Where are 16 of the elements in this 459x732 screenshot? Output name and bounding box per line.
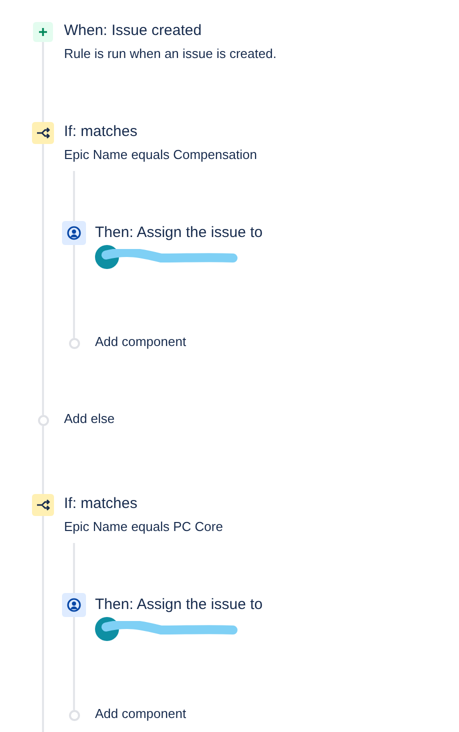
step-description: Epic Name equals PC Core — [64, 518, 224, 536]
branch-icon — [32, 122, 54, 144]
step-description: Rule is run when an issue is created. — [64, 45, 276, 63]
add-link[interactable]: Add component — [95, 332, 186, 352]
branch-icon — [32, 494, 54, 516]
step-title: Then: Assign the issue to — [95, 223, 263, 243]
step-description: Epic Name equals Compensation — [64, 146, 258, 164]
add-link[interactable]: Add else — [64, 409, 115, 429]
step-title: Then: Assign the issue to — [95, 595, 263, 615]
step-title: If: matches — [64, 494, 138, 514]
add-link[interactable]: Add component — [95, 704, 186, 724]
trigger-icon — [33, 22, 53, 42]
step-title: When: Issue created — [64, 21, 203, 41]
step-title: If: matches — [64, 122, 138, 142]
user-icon — [62, 593, 86, 617]
user-icon — [62, 221, 86, 245]
